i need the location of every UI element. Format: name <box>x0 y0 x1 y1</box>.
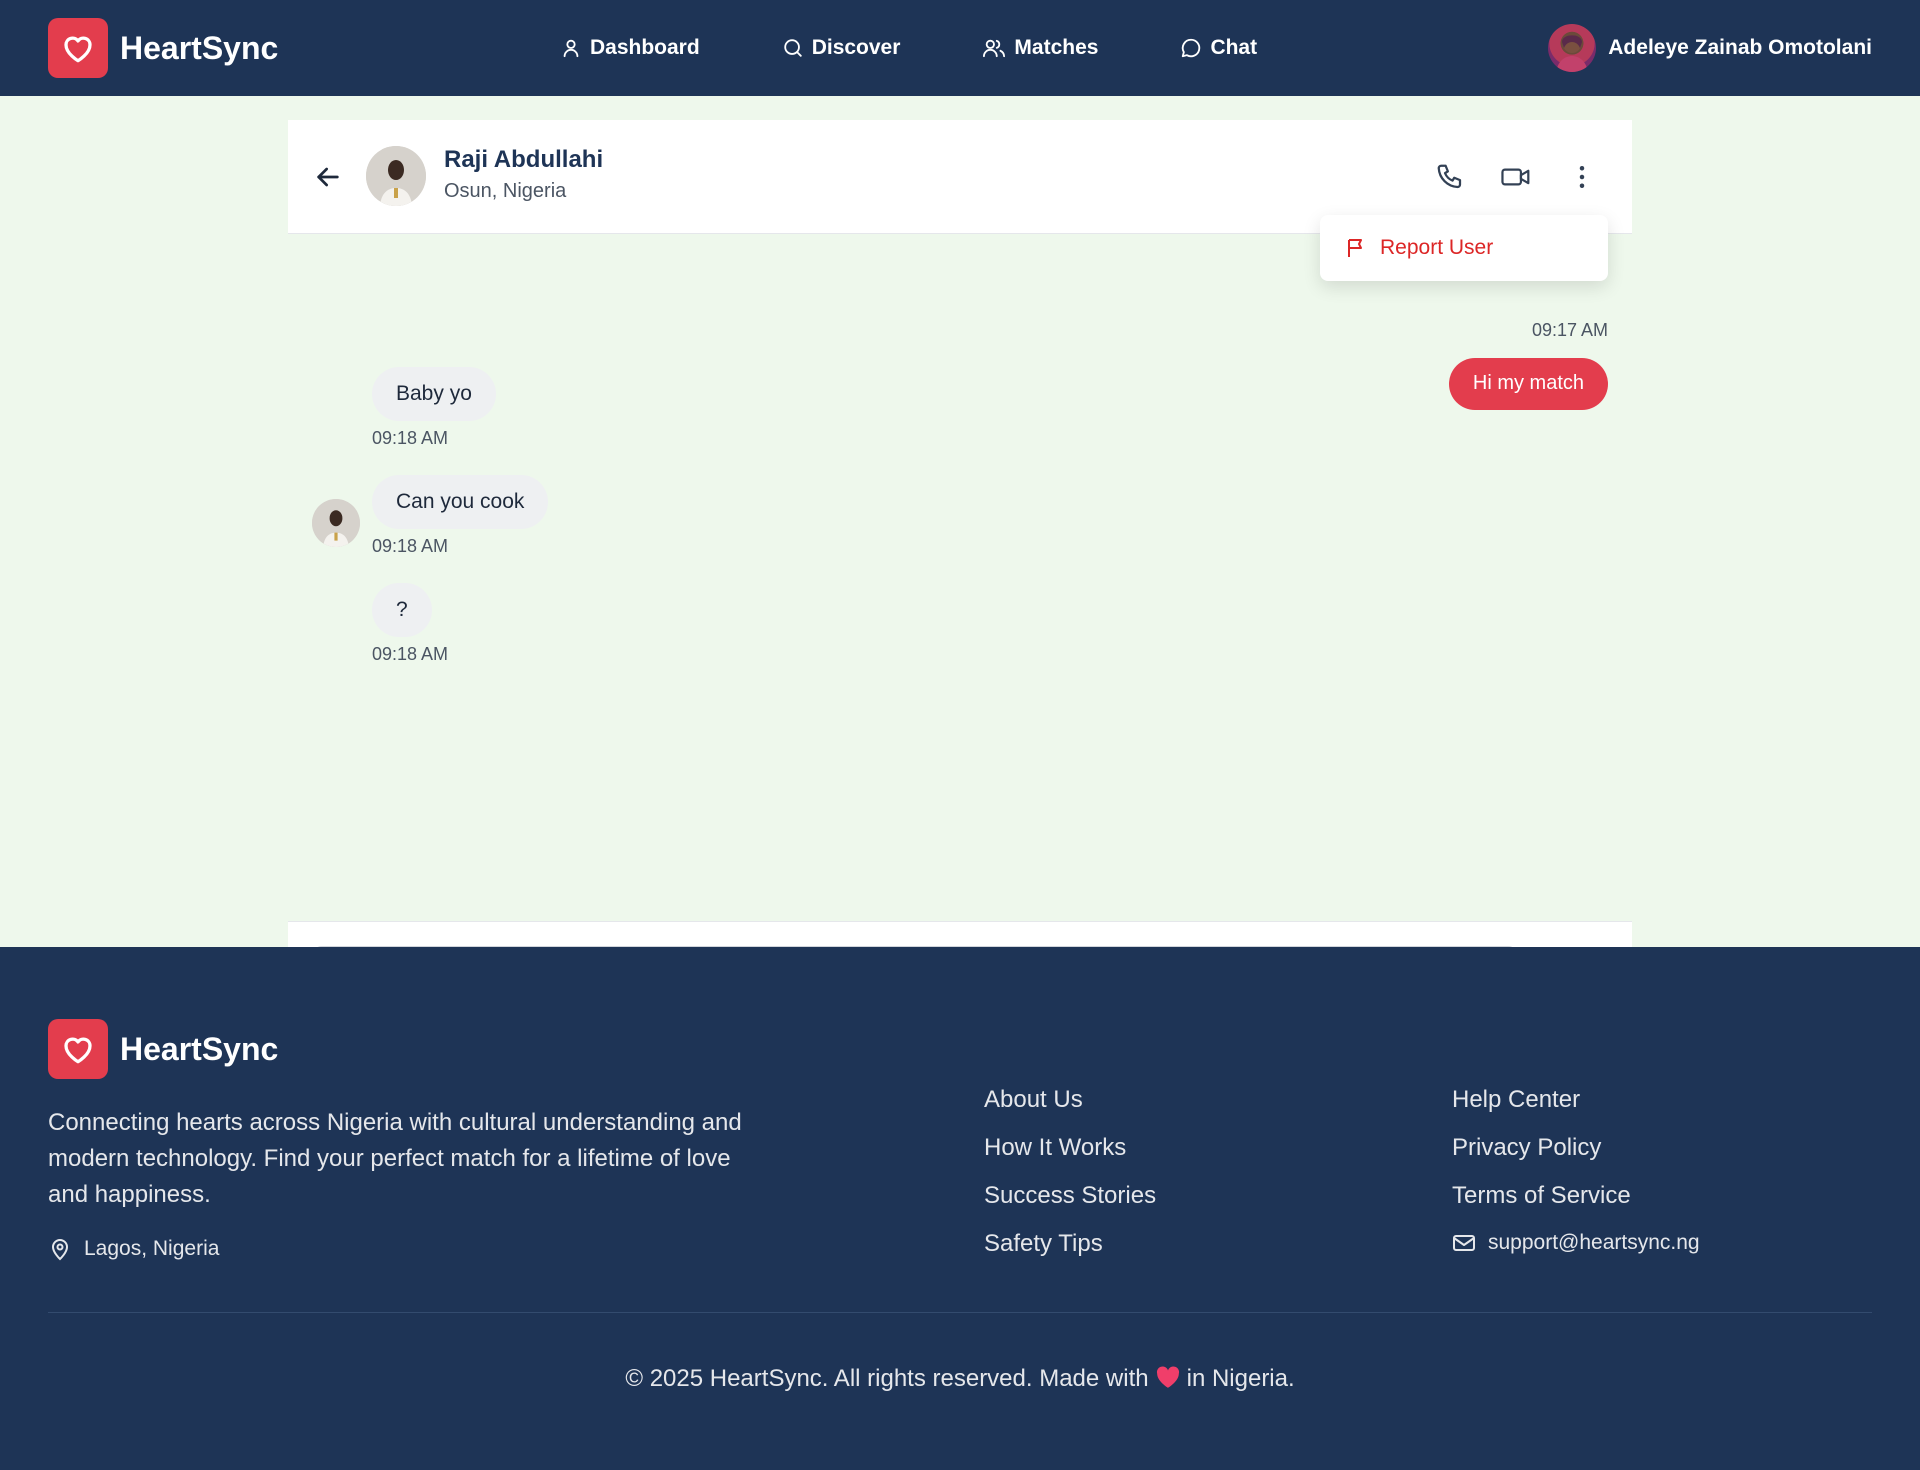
nav-dashboard[interactable]: Dashboard <box>560 36 700 60</box>
footer-location-label: Lagos, Nigeria <box>84 1237 220 1260</box>
users-icon <box>982 37 1006 59</box>
back-button[interactable] <box>312 161 344 193</box>
footer-email-label: support@heartsync.ng <box>1488 1231 1700 1254</box>
copyright-text: © 2025 HeartSync. All rights reserved. M… <box>625 1365 1149 1392</box>
footer-description: Connecting hearts across Nigeria with cu… <box>48 1109 742 1208</box>
heart-icon <box>1155 1365 1181 1389</box>
user-menu[interactable]: Adeleye Zainab Omotolani <box>1548 0 1872 96</box>
brand-name: HeartSync <box>120 29 279 66</box>
sender-avatar <box>312 499 360 547</box>
nav-discover[interactable]: Discover <box>782 36 901 60</box>
message-time: 09:18 AM <box>372 536 449 556</box>
mail-icon <box>1452 1232 1476 1254</box>
heart-logo-icon <box>48 1019 108 1079</box>
message-bubble-incoming: Baby yo <box>372 367 496 421</box>
footer-email-link[interactable]: support@heartsync.ng <box>1452 1231 1700 1255</box>
footer-link-privacy-policy[interactable]: Privacy Policy <box>1452 1135 1700 1161</box>
report-user-label: Report User <box>1380 236 1494 259</box>
nav-discover-label: Discover <box>811 36 901 59</box>
contact-avatar[interactable] <box>366 146 426 206</box>
footer-links-support: Help Center Privacy Policy Terms of Serv… <box>1452 1087 1700 1255</box>
message-bubble-outgoing: Hi my match <box>1448 358 1608 410</box>
message-time: 09:18 AM <box>372 644 449 664</box>
phone-icon <box>1435 162 1465 192</box>
footer-link-how-it-works[interactable]: How It Works <box>984 1135 1156 1161</box>
footer-divider <box>48 1312 1872 1313</box>
report-user-menu-item[interactable]: Report User <box>1320 215 1608 281</box>
footer-links-company: About Us How It Works Success Stories Sa… <box>984 1087 1156 1257</box>
video-call-button[interactable] <box>1498 159 1534 195</box>
avatar <box>1548 24 1597 72</box>
user-icon <box>560 37 582 59</box>
nav-matches[interactable]: Matches <box>982 36 1098 60</box>
footer-link-safety-tips[interactable]: Safety Tips <box>984 1231 1156 1257</box>
message-bubble-incoming: ? <box>372 583 432 637</box>
nav-dashboard-label: Dashboard <box>590 36 700 59</box>
message-time: 09:17 AM <box>1531 320 1608 340</box>
flag-icon <box>1344 236 1368 260</box>
contact-location: Osun, Nigeria <box>444 180 567 202</box>
footer-location: Lagos, Nigeria <box>48 1237 219 1261</box>
chat-page: Raji Abdullahi Osun, Nigeria Hi my match… <box>0 96 1920 1043</box>
nav-chat-label: Chat <box>1210 36 1258 59</box>
footer-link-terms-of-service[interactable]: Terms of Service <box>1452 1183 1700 1209</box>
footer-link-help-center[interactable]: Help Center <box>1452 1087 1700 1113</box>
contact-name[interactable]: Raji Abdullahi <box>444 146 603 174</box>
footer-link-success-stories[interactable]: Success Stories <box>984 1183 1156 1209</box>
footer-link-about-us[interactable]: About Us <box>984 1087 1156 1113</box>
call-button[interactable] <box>1432 159 1468 195</box>
chat-bubble-icon <box>1180 37 1202 59</box>
more-options-button[interactable] <box>1564 159 1600 195</box>
top-navbar: HeartSync Dashboard Discover Matches Cha… <box>0 0 1920 96</box>
footer-brand-logo[interactable]: HeartSync <box>48 1019 278 1079</box>
arrow-left-icon <box>312 161 344 193</box>
message-time: 09:18 AM <box>372 428 449 448</box>
copyright-suffix: in Nigeria. <box>1186 1365 1295 1392</box>
brand-logo[interactable]: HeartSync <box>48 18 278 78</box>
message-bubble-incoming: Can you cook <box>372 475 549 529</box>
site-footer: HeartSync Connecting hearts across Niger… <box>0 947 1920 1470</box>
video-camera-icon <box>1500 162 1532 192</box>
nav-matches-label: Matches <box>1014 36 1099 59</box>
search-icon <box>782 37 804 59</box>
user-name: Adeleye Zainab Omotolani <box>1608 36 1872 59</box>
nav-chat[interactable]: Chat <box>1180 36 1257 60</box>
heart-logo-icon <box>48 18 108 78</box>
footer-brand-name: HeartSync <box>120 1030 279 1067</box>
main-nav: Dashboard Discover Matches Chat <box>560 0 1257 96</box>
footer-copyright: © 2025 HeartSync. All rights reserved. M… <box>0 1365 1920 1393</box>
map-pin-icon <box>48 1237 72 1261</box>
more-vertical-icon <box>1567 162 1597 192</box>
